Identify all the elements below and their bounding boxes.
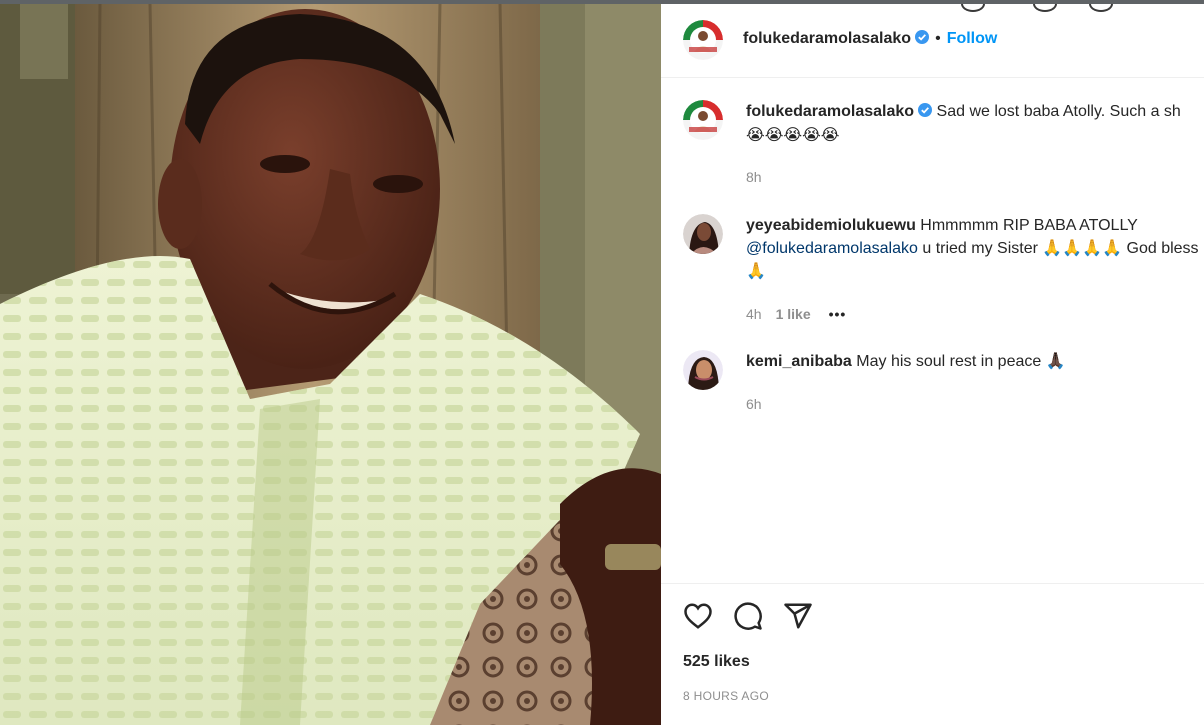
post-image (0, 4, 661, 725)
commenter-avatar[interactable] (683, 100, 723, 140)
comment-time[interactable]: 6h (746, 396, 762, 412)
avatar-image (683, 214, 723, 254)
heart-icon[interactable] (683, 601, 713, 631)
comment-text: Sad we lost baba Atolly. Such a sh (936, 103, 1181, 120)
commenter-avatar[interactable] (683, 214, 723, 254)
post-side-panel: folukedaramolasalako • Follow folukedaramo… (661, 4, 1204, 725)
mention-link[interactable]: @folukedaramolasalako (746, 240, 918, 257)
comment-meta: 4h 1 like ••• (746, 306, 846, 322)
comment-body: kemi_anibaba May his soul rest in peace … (746, 350, 1204, 373)
post-header: folukedaramolasalako • Follow (661, 4, 1204, 78)
comment-username[interactable]: yeyeabidemiolukuewu (746, 217, 916, 234)
follow-button[interactable]: Follow (947, 30, 998, 47)
avatar-image (683, 20, 723, 60)
post-timestamp[interactable]: 8 HOURS AGO (683, 689, 769, 703)
comment-username[interactable]: folukedaramolasalako (746, 103, 914, 120)
comment-username[interactable]: kemi_anibaba (746, 353, 852, 370)
commenter-avatar[interactable] (683, 350, 723, 390)
separator-dot: • (935, 30, 941, 47)
comment-likes[interactable]: 1 like (776, 306, 811, 322)
share-icon[interactable] (783, 601, 813, 631)
comment-body: yeyeabidemiolukuewu Hmmmmm RIP BABA ATOL… (746, 214, 1204, 283)
comment-body: folukedaramolasalako Sad we lost baba At… (746, 100, 1204, 147)
comment-meta: 6h (746, 396, 762, 412)
comment-icon[interactable] (733, 601, 763, 631)
comments-list[interactable]: folukedaramolasalako Sad we lost baba At… (661, 78, 1204, 583)
verified-badge-icon (918, 103, 933, 117)
post-photo[interactable] (0, 4, 661, 725)
comment-emojis: 😭😭😭😭😭 (746, 125, 840, 144)
avatar-image (683, 350, 723, 390)
comment-time[interactable]: 4h (746, 306, 762, 322)
comment-time[interactable]: 8h (746, 169, 762, 185)
avatar-image (683, 100, 723, 140)
comment-meta: 8h (746, 169, 762, 185)
post-actions: 525 likes 8 HOURS AGO (661, 583, 1204, 725)
more-options-icon[interactable]: ••• (829, 306, 847, 322)
verified-badge-icon (915, 30, 930, 44)
author-username[interactable]: folukedaramolasalako (743, 30, 911, 47)
author-row: folukedaramolasalako • Follow (743, 30, 997, 48)
comment-text: May his soul rest in peace 🙏🏿 (856, 353, 1066, 370)
likes-count[interactable]: 525 likes (683, 653, 750, 671)
author-avatar[interactable] (683, 20, 723, 60)
comment-text: Hmmmmm RIP BABA ATOLLY (920, 217, 1138, 234)
